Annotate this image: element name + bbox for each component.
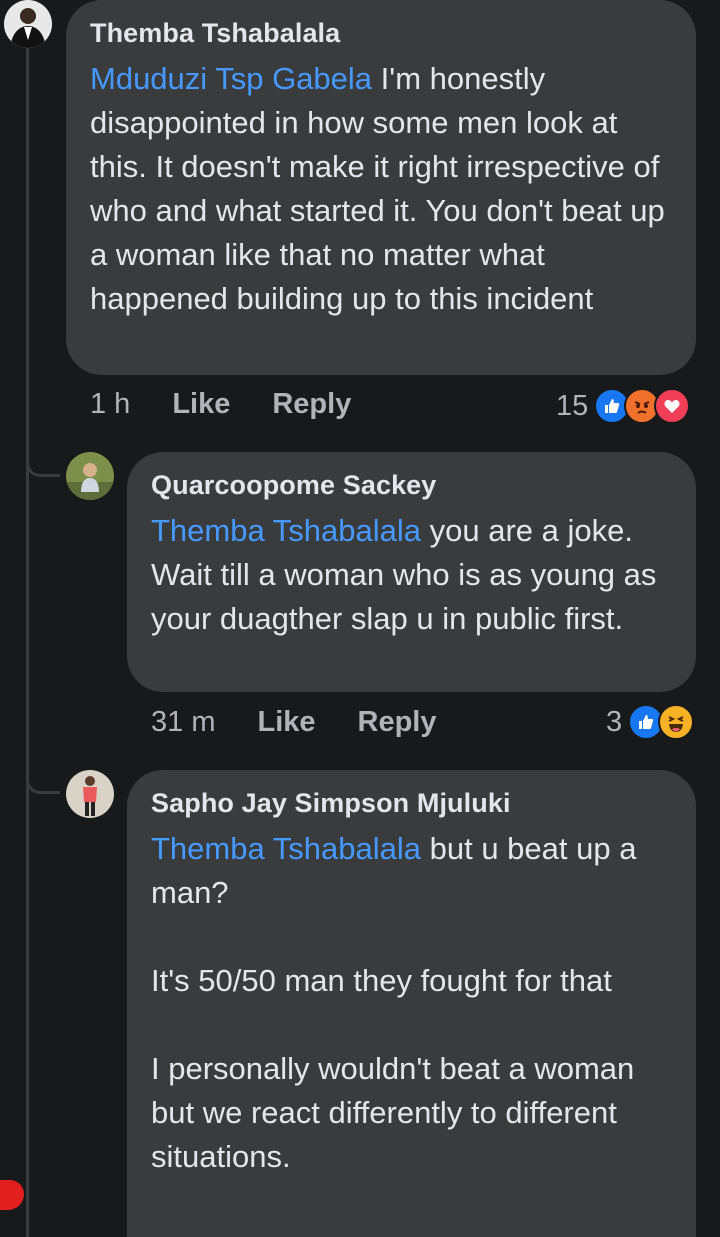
comment-actions: 31 m Like Reply [151, 706, 437, 739]
reaction-summary[interactable]: 3 [606, 704, 695, 740]
like-button[interactable]: Like [257, 706, 315, 739]
mention-link[interactable]: Themba Tshabalala [151, 513, 421, 548]
comment-actions: 1 h Like Reply [90, 388, 351, 421]
reply-button[interactable]: Reply [358, 706, 437, 739]
comment-bubble[interactable]: Themba Tshabalala Mduduzi Tsp Gabela I'm… [66, 0, 696, 375]
reply-button[interactable]: Reply [272, 388, 351, 421]
thread-branch [26, 772, 60, 794]
reaction-count: 3 [606, 705, 623, 738]
comment-author[interactable]: Quarcoopome Sackey [151, 470, 672, 501]
comment-text: Mduduzi Tsp Gabela I'm honestly disappoi… [90, 61, 674, 316]
child-photo-icon [66, 452, 114, 500]
like-button[interactable]: Like [172, 388, 230, 421]
red-marker [0, 1180, 24, 1210]
comment-author[interactable]: Sapho Jay Simpson Mjuluki [151, 788, 672, 819]
love-icon [654, 388, 691, 424]
thread-line [26, 48, 29, 1237]
comment-text: Themba Tshabalala but u beat up a man? I… [151, 831, 637, 1174]
person-photo-icon [4, 0, 52, 48]
mention-link[interactable]: Themba Tshabalala [151, 831, 421, 866]
comment-time[interactable]: 1 h [90, 388, 130, 421]
comment-time[interactable]: 31 m [151, 706, 215, 739]
comment-author[interactable]: Themba Tshabalala [90, 18, 672, 49]
comment-bubble[interactable]: Sapho Jay Simpson Mjuluki Themba Tshabal… [127, 770, 696, 1237]
reaction-count: 15 [556, 389, 589, 422]
avatar-themba[interactable] [4, 0, 52, 48]
person-photo-icon [66, 770, 114, 818]
comment-bubble[interactable]: Quarcoopome Sackey Themba Tshabalala you… [127, 452, 696, 692]
avatar-quarcoopome[interactable] [66, 452, 114, 500]
avatar-sapho[interactable] [66, 770, 114, 818]
comment-text: Themba Tshabalala you are a joke. Wait t… [151, 513, 666, 636]
thread-branch [26, 455, 60, 477]
mention-link[interactable]: Mduduzi Tsp Gabela [90, 61, 372, 96]
reaction-summary[interactable]: 15 [556, 388, 691, 424]
haha-icon [658, 704, 695, 740]
